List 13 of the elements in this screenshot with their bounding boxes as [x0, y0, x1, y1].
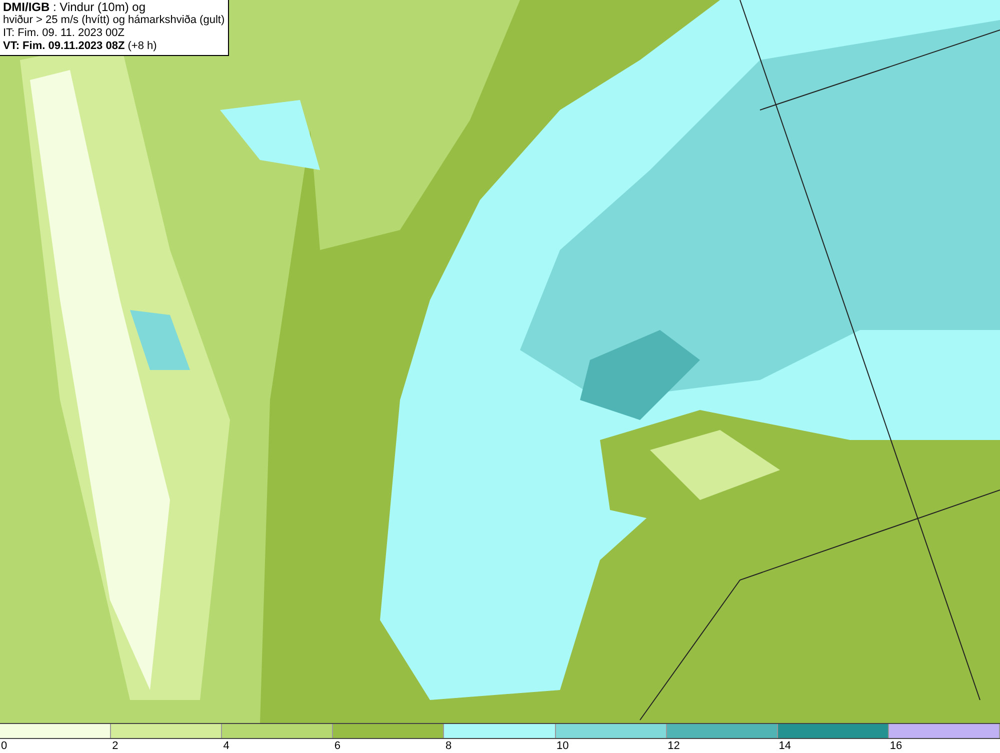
legend-label: 14 [778, 740, 792, 752]
legend-label: 16 [888, 740, 902, 752]
legend-label: 2 [111, 740, 118, 752]
legend-label: 0 [0, 740, 8, 752]
info-text: VT: Fim. 09.11.2023 08Z (+8 h) [3, 40, 158, 53]
info-text: hviður > 25 m/s (hvítt) og hámarkshviða (gult) [3, 14, 225, 27]
info-text: IT: Fim. 09. 11. 2023 00Z [3, 27, 126, 40]
legend-label: 10 [556, 740, 569, 752]
legend-label: 4 [222, 740, 230, 752]
legend-label: 8 [444, 740, 452, 752]
legend-label: 6 [333, 740, 340, 752]
info-text: DMI/IGB : Vindur (10m) og [3, 1, 146, 14]
legend-label: 12 [666, 740, 680, 752]
